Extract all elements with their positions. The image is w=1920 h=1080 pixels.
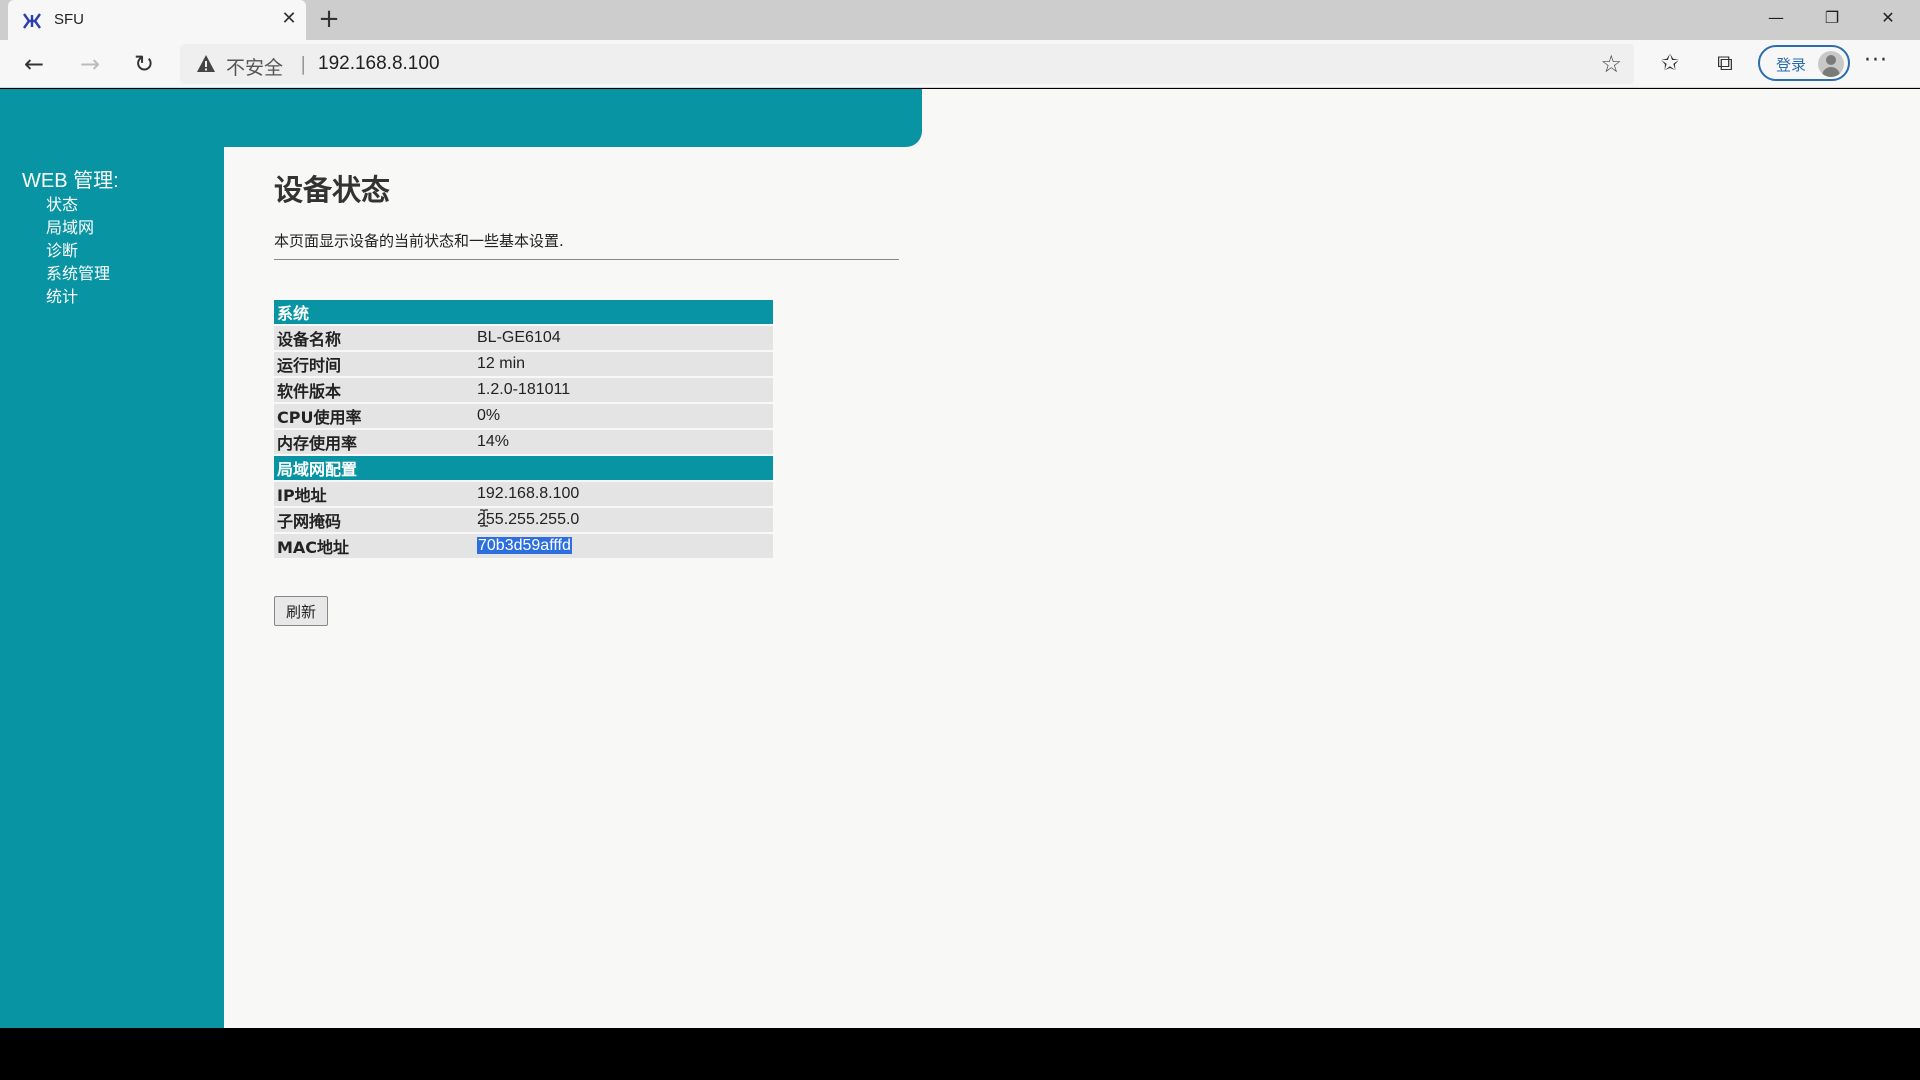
sidebar-item-lan[interactable]: 局域网	[46, 214, 94, 238]
sidebar-item-system-management[interactable]: 系统管理	[46, 260, 110, 284]
avatar	[1818, 51, 1844, 77]
row-key: 运行时间	[274, 352, 474, 376]
row-value: BL-GE6104	[474, 326, 773, 350]
lan-section-title: 局域网配置	[274, 456, 773, 480]
row-value: 255.255.255.0	[474, 508, 773, 532]
more-options-icon[interactable]: ···	[1864, 48, 1888, 73]
table-row: 设备名称 BL-GE6104	[274, 326, 773, 350]
lan-section-header: 局域网配置	[274, 456, 773, 480]
table-row: 子网掩码 255.255.255.0	[274, 508, 773, 532]
page-description: 本页面显示设备的当前状态和一些基本设置.	[274, 232, 564, 250]
restore-button[interactable]: ❐	[1804, 0, 1860, 36]
table-row: IP地址 192.168.8.100	[274, 482, 773, 506]
sidebar-heading: WEB 管理:	[22, 170, 119, 192]
row-key: 设备名称	[274, 326, 474, 350]
security-status[interactable]: 不安全	[226, 53, 283, 80]
screen-bottom-bar	[0, 1028, 1920, 1080]
back-button[interactable]: ←	[16, 48, 52, 80]
row-key: 软件版本	[274, 378, 474, 402]
signin-label: 登录	[1776, 56, 1807, 74]
warning-icon	[197, 55, 215, 72]
divider	[274, 259, 899, 260]
content-corner	[224, 147, 254, 177]
row-value: 12 min	[474, 352, 773, 376]
row-value: 14%	[474, 430, 773, 454]
address-bar[interactable]: 不安全 | 192.168.8.100 ☆	[180, 44, 1634, 84]
url-text[interactable]: 192.168.8.100	[318, 53, 440, 75]
browser-toolbar: ← → ↻ 不安全 | 192.168.8.100 ☆ ✩ ⧉ 登录 ···	[0, 40, 1920, 88]
tab-title: SFU	[54, 11, 84, 28]
page-title: 设备状态	[274, 173, 391, 207]
text-cursor-icon	[480, 509, 488, 527]
row-value: 70b3d59afffd	[474, 534, 773, 558]
system-section-header: 系统	[274, 300, 773, 324]
sidebar-item-statistics[interactable]: 统计	[46, 283, 78, 307]
row-key: IP地址	[274, 482, 474, 506]
sidebar: WEB 管理: 状态 局域网 诊断 系统管理 统计	[0, 89, 224, 1028]
reload-button[interactable]: ↻	[126, 48, 162, 80]
favorite-star-icon[interactable]: ☆	[1600, 50, 1622, 78]
sidebar-item-status[interactable]: 状态	[46, 191, 78, 215]
status-table: 系统 设备名称 BL-GE6104 运行时间 12 min 软件版本 1.2.0…	[274, 298, 773, 560]
tab-strip: SFU ✕ + — ❐ ✕	[0, 0, 1920, 40]
signin-button[interactable]: 登录	[1758, 45, 1850, 81]
table-row: 运行时间 12 min	[274, 352, 773, 376]
collections-icon[interactable]: ⧉	[1707, 48, 1743, 80]
row-value: 192.168.8.100	[474, 482, 773, 506]
new-tab-button[interactable]: +	[314, 4, 344, 34]
sidebar-item-diagnostics[interactable]: 诊断	[46, 237, 78, 261]
forward-button[interactable]: →	[72, 48, 108, 80]
table-row: 软件版本 1.2.0-181011	[274, 378, 773, 402]
row-key: 内存使用率	[274, 430, 474, 454]
address-separator: |	[300, 53, 307, 75]
row-key: 子网掩码	[274, 508, 474, 532]
table-row: MAC地址 70b3d59afffd	[274, 534, 773, 558]
row-key: MAC地址	[274, 534, 474, 558]
table-row: CPU使用率 0%	[274, 404, 773, 428]
page-viewport: WEB 管理: 状态 局域网 诊断 系统管理 统计 设备状态 本页面显示设备的当…	[0, 89, 1920, 1028]
tab-close-icon[interactable]: ✕	[278, 8, 300, 30]
close-window-button[interactable]: ✕	[1860, 0, 1916, 36]
table-row: 内存使用率 14%	[274, 430, 773, 454]
selected-mac-text[interactable]: 70b3d59afffd	[477, 537, 572, 554]
row-value: 1.2.0-181011	[474, 378, 773, 402]
browser-tab[interactable]: SFU ✕	[8, 0, 306, 40]
row-key: CPU使用率	[274, 404, 474, 428]
favorites-icon[interactable]: ✩	[1652, 48, 1688, 80]
refresh-button[interactable]: 刷新	[274, 596, 328, 626]
system-section-title: 系统	[274, 300, 773, 324]
site-favicon-icon	[23, 13, 41, 29]
minimize-button[interactable]: —	[1748, 0, 1804, 36]
row-value: 0%	[474, 404, 773, 428]
